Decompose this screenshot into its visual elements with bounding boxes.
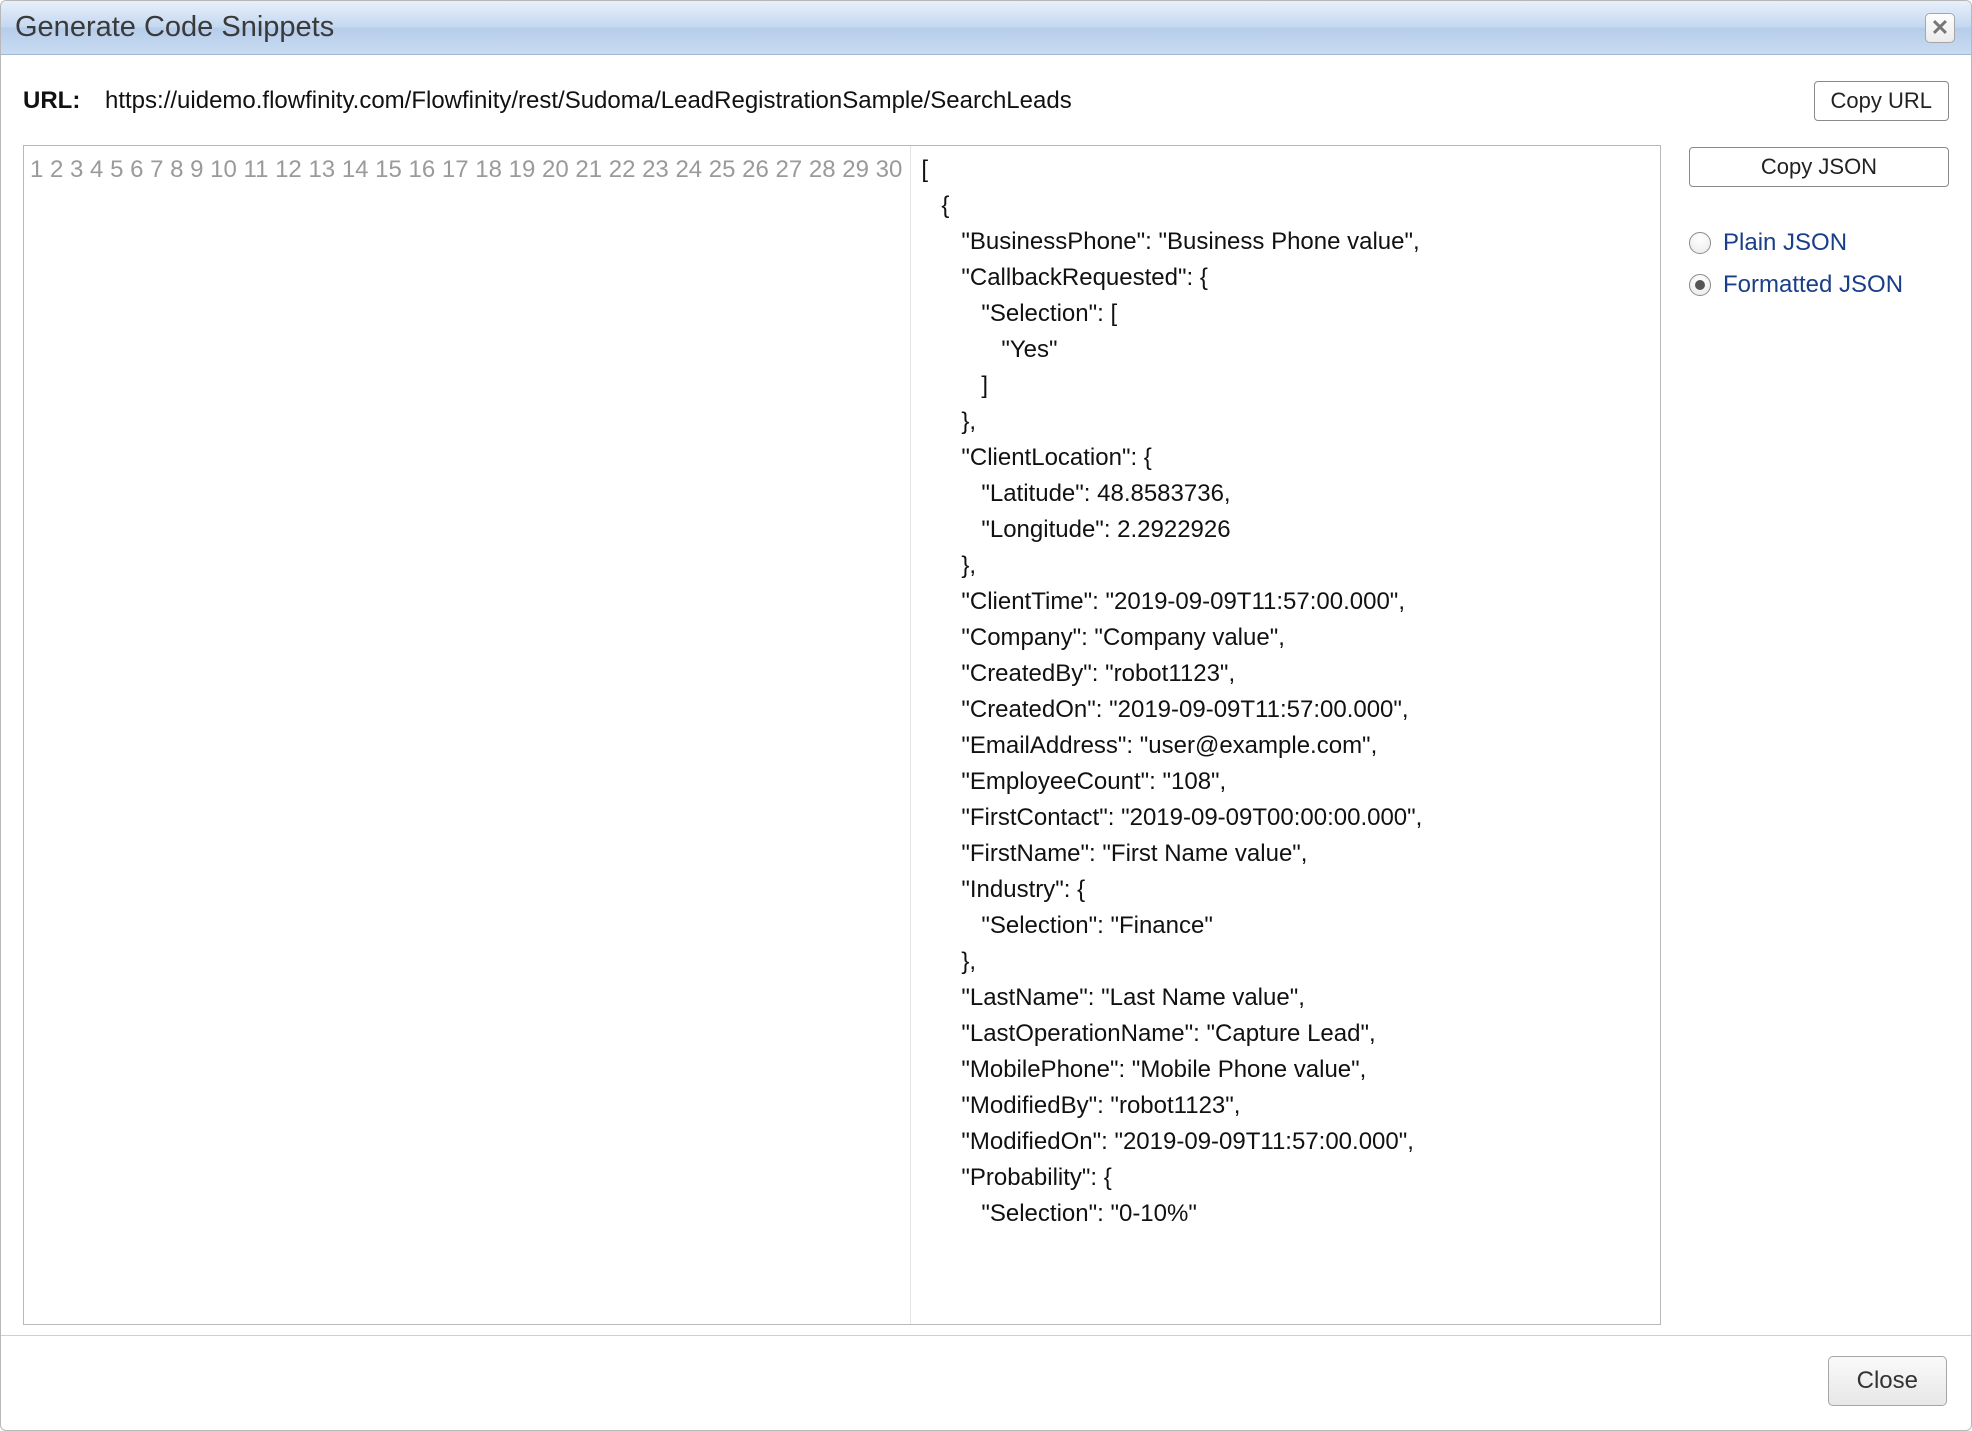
radio-icon — [1689, 274, 1711, 296]
json-format-radio-group: Plain JSON Formatted JSON — [1689, 229, 1949, 299]
radio-plain-json[interactable]: Plain JSON — [1689, 229, 1949, 257]
url-value: https://uidemo.flowfinity.com/Flowfinity… — [105, 87, 1802, 115]
radio-icon — [1689, 232, 1711, 254]
url-label: URL: — [23, 87, 93, 115]
content-row: 1 2 3 4 5 6 7 8 9 10 11 12 13 14 15 16 1… — [23, 145, 1949, 1325]
dialog-titlebar: Generate Code Snippets ✕ — [1, 1, 1971, 55]
dialog-body: URL: https://uidemo.flowfinity.com/Flowf… — [1, 55, 1971, 1335]
close-icon-button[interactable]: ✕ — [1925, 13, 1955, 43]
code-content: [ { "BusinessPhone": "Business Phone val… — [911, 146, 1660, 1324]
dialog-footer: Close — [1, 1335, 1971, 1430]
radio-formatted-json[interactable]: Formatted JSON — [1689, 271, 1949, 299]
radio-label: Formatted JSON — [1723, 271, 1903, 299]
close-button[interactable]: Close — [1828, 1356, 1947, 1406]
url-row: URL: https://uidemo.flowfinity.com/Flowf… — [23, 81, 1949, 121]
copy-json-button[interactable]: Copy JSON — [1689, 147, 1949, 187]
line-number-gutter: 1 2 3 4 5 6 7 8 9 10 11 12 13 14 15 16 1… — [24, 146, 911, 1324]
sidebar: Copy JSON Plain JSON Formatted JSON — [1689, 145, 1949, 1325]
dialog-title: Generate Code Snippets — [15, 11, 334, 44]
close-icon: ✕ — [1931, 15, 1949, 41]
code-box[interactable]: 1 2 3 4 5 6 7 8 9 10 11 12 13 14 15 16 1… — [23, 145, 1661, 1325]
copy-url-button[interactable]: Copy URL — [1814, 81, 1949, 121]
generate-code-snippets-dialog: Generate Code Snippets ✕ URL: https://ui… — [0, 0, 1972, 1431]
radio-label: Plain JSON — [1723, 229, 1847, 257]
